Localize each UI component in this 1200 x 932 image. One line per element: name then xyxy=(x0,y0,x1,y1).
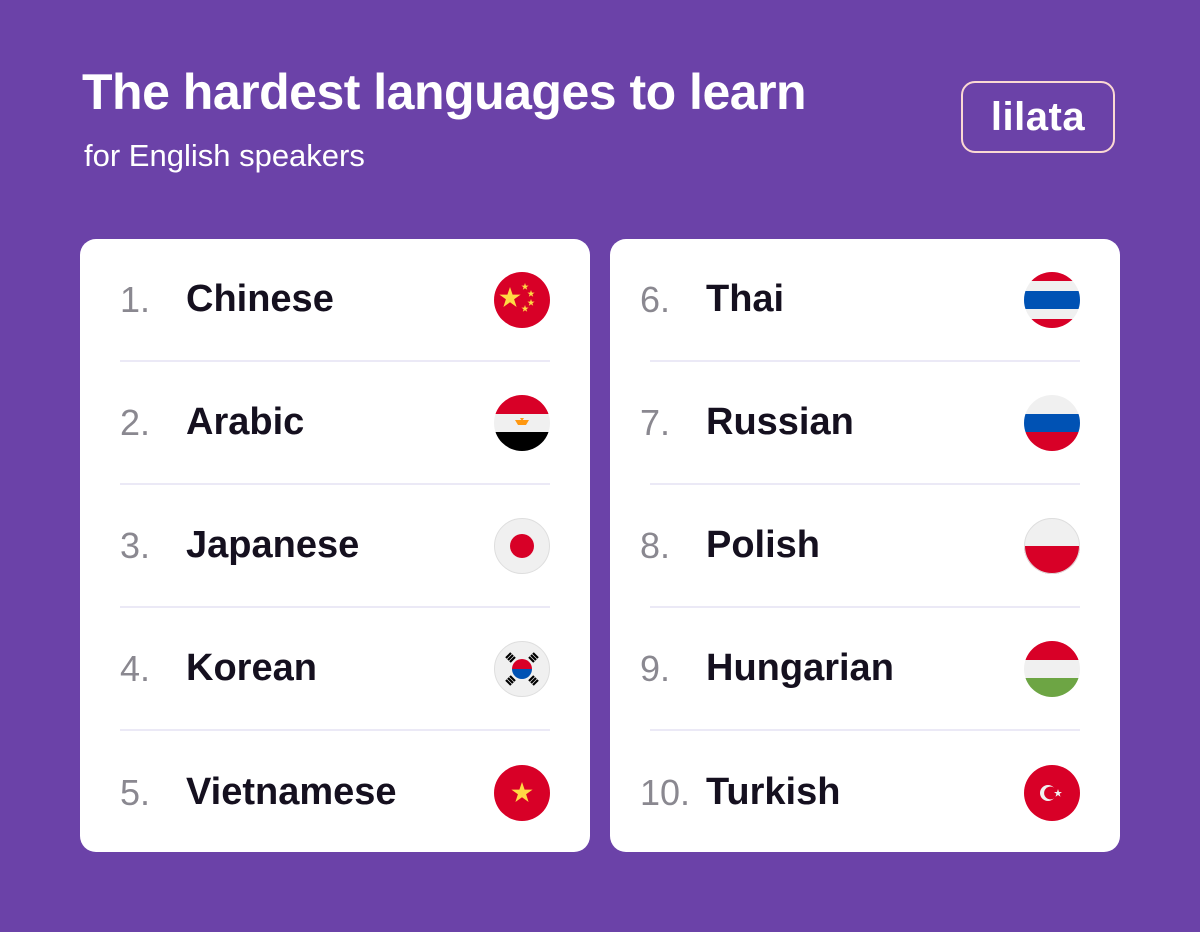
china-flag-icon xyxy=(494,271,550,328)
language-name: Russian xyxy=(706,401,854,443)
list-item: 7. Russian xyxy=(640,362,1080,485)
hungary-flag-icon xyxy=(1024,640,1080,697)
rank-number: 1. xyxy=(120,278,151,320)
poland-flag-icon xyxy=(1024,517,1080,574)
list-item: 2. Arabic xyxy=(120,362,550,485)
page-title: The hardest languages to learn xyxy=(82,64,807,120)
vietnam-flag-icon xyxy=(494,764,550,821)
list-item: 4. Korean xyxy=(120,608,550,731)
list-item: 5. Vietnamese xyxy=(120,731,550,854)
egypt-flag-icon xyxy=(494,394,550,451)
ranking-card-left: 1. Chinese 2. Arabic 3. Japanese 4. Kore… xyxy=(80,239,590,852)
rank-number: 5. xyxy=(120,771,151,813)
rank-number: 7. xyxy=(640,401,671,443)
list-item: 3. Japanese xyxy=(120,485,550,608)
list-item: 1. Chinese xyxy=(120,239,550,362)
list-item: 6. Thai xyxy=(640,239,1080,362)
language-name: Korean xyxy=(186,647,317,689)
list-item: 10. Turkish xyxy=(640,731,1080,854)
ranking-card-right: 6. Thai 7. Russian 8. Polish 9. Hungaria… xyxy=(610,239,1120,852)
russia-flag-icon xyxy=(1024,394,1080,451)
japan-flag-icon xyxy=(494,517,550,574)
rank-number: 8. xyxy=(640,524,671,566)
rank-number: 2. xyxy=(120,401,151,443)
lilata-logo: lilata xyxy=(961,81,1115,153)
language-name: Thai xyxy=(706,278,785,320)
south-korea-flag-icon xyxy=(494,640,550,697)
language-name: Chinese xyxy=(186,278,334,320)
language-name: Turkish xyxy=(706,771,841,813)
language-name: Arabic xyxy=(186,401,305,443)
turkey-flag-icon xyxy=(1024,764,1080,821)
list-item: 9. Hungarian xyxy=(640,608,1080,731)
page-subtitle: for English speakers xyxy=(84,138,365,173)
rank-number: 4. xyxy=(120,647,151,689)
language-name: Hungarian xyxy=(706,647,894,689)
rank-number: 6. xyxy=(640,278,671,320)
rank-number: 10. xyxy=(640,771,691,813)
rank-number: 9. xyxy=(640,647,671,689)
language-name: Polish xyxy=(706,524,821,566)
rank-number: 3. xyxy=(120,524,151,566)
list-item: 8. Polish xyxy=(640,485,1080,608)
language-name: Japanese xyxy=(186,524,360,566)
language-name: Vietnamese xyxy=(186,771,397,813)
thailand-flag-icon xyxy=(1024,271,1080,328)
